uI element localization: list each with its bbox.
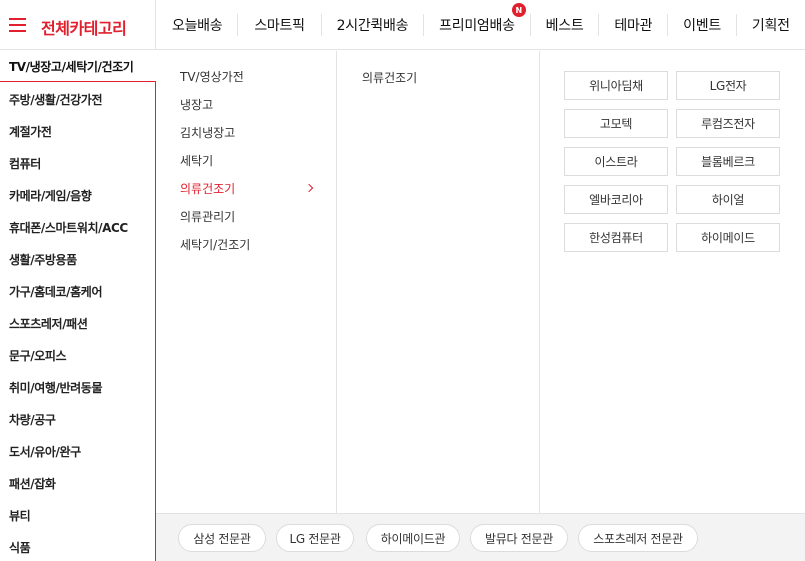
brand-shop-button[interactable]: 발뮤다 전문관 [470,524,568,552]
nav-item-exhibition[interactable]: 기획전 [737,0,790,50]
brand-button[interactable]: 한성컴퓨터 [564,223,668,252]
brand-button[interactable]: 이스트라 [564,147,668,176]
brand-button[interactable]: 하이메이드 [676,223,780,252]
subcategory-item[interactable]: 냉장고 [180,94,213,114]
category-item[interactable]: 휴대폰/스마트워치/ACC [9,217,128,237]
subcategory-item[interactable]: 김치냉장고 [180,122,235,142]
brand-shop-button[interactable]: 스포츠레저 전문관 [578,524,698,552]
all-categories-title: 전체카테고리 [41,19,127,38]
global-nav: 오늘배송 스마트픽 2시간퀵배송 프리미엄배송 N 베스트 테마관 이벤트 기획… [156,0,790,50]
category-item[interactable]: 뷰티 [9,505,31,525]
category-item[interactable]: 스포츠레저/패션 [9,313,88,333]
brand-button[interactable]: 엘바코리아 [564,185,668,214]
category-item[interactable]: 생활/주방용품 [9,249,77,269]
brand-shop-button[interactable]: 하이메이드관 [366,524,460,552]
column-divider [336,51,337,513]
brand-button[interactable]: 위니아딤채 [564,71,668,100]
nav-item-theme[interactable]: 테마관 [599,0,667,50]
category-item[interactable]: 취미/여행/반려동물 [9,377,102,397]
category-item[interactable]: 차량/공구 [9,409,56,429]
category-item[interactable]: 계절가전 [9,121,52,141]
category-item[interactable]: 가구/홈데코/홈케어 [9,281,102,301]
brand-shop-button[interactable]: 삼성 전문관 [178,524,266,552]
brand-button[interactable]: 하이얼 [676,185,780,214]
column-divider [539,51,540,513]
category-item[interactable]: 컴퓨터 [9,153,41,173]
subcategory-item-active[interactable]: 의류건조기 [180,178,235,198]
brand-shop-bar: 삼성 전문관 LG 전문관 하이메이드관 발뮤다 전문관 스포츠레저 전문관 [156,513,805,561]
chevron-right-icon [304,183,314,193]
subcategory-item[interactable]: 의류관리기 [180,206,235,226]
category-item[interactable]: 패션/잡화 [9,473,56,493]
nav-item-event[interactable]: 이벤트 [668,0,736,50]
top-nav-bar: 전체카테고리 오늘배송 스마트픽 2시간퀵배송 프리미엄배송 N 베스트 테마관… [0,0,805,50]
third-level-item[interactable]: 의류건조기 [362,67,417,87]
brand-button[interactable]: LG전자 [676,71,780,100]
category-item[interactable]: 도서/유아/완구 [9,441,81,461]
category-sidebar: TV/냉장고/세탁기/건조기 주방/생활/건강가전 계절가전 컴퓨터 카메라/게… [0,51,156,561]
nav-item-smart-pick[interactable]: 스마트픽 [238,0,320,50]
mega-menu-panel: TV/영상가전 냉장고 김치냉장고 세탁기 의류건조기 의류관리기 세탁기/건조… [156,51,805,561]
nav-item-today-delivery[interactable]: 오늘배송 [156,0,237,50]
brand-button[interactable]: 블롬베르크 [676,147,780,176]
nav-item-2hour-quick[interactable]: 2시간퀵배송 [322,0,424,50]
category-list: 주방/생활/건강가전 계절가전 컴퓨터 카메라/게임/음향 휴대폰/스마트워치/… [0,82,156,561]
category-item-active[interactable]: TV/냉장고/세탁기/건조기 [0,51,156,82]
subcategory-item[interactable]: 세탁기 [180,150,213,170]
brand-button[interactable]: 고모텍 [564,109,668,138]
category-item[interactable]: 카메라/게임/음향 [9,185,92,205]
category-item[interactable]: 식품 [9,537,31,557]
brand-button[interactable]: 루컴즈전자 [676,109,780,138]
new-badge: N [511,3,526,17]
subcategory-item[interactable]: 세탁기/건조기 [180,234,250,254]
nav-item-best[interactable]: 베스트 [531,0,599,50]
category-item[interactable]: 문구/오피스 [9,345,67,365]
category-item[interactable]: 주방/생활/건강가전 [9,89,102,109]
all-categories-button[interactable]: 전체카테고리 [0,0,156,50]
nav-item-premium-delivery[interactable]: 프리미엄배송 N [424,0,529,50]
brand-shop-button[interactable]: LG 전문관 [276,524,354,552]
hamburger-menu-icon [9,18,26,32]
subcategory-item[interactable]: TV/영상가전 [180,66,244,86]
